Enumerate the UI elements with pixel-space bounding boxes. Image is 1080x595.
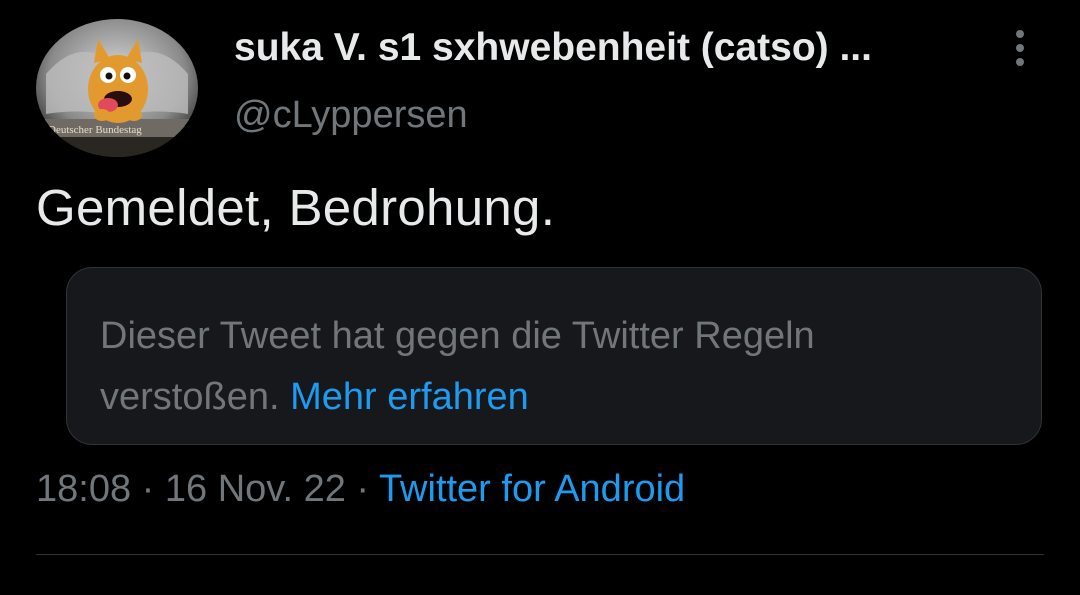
author-handle[interactable]: @cLyppersen [234,94,468,137]
author-display-name[interactable]: suka V. s1 sxhwebenheit (catso) ... [234,26,872,70]
tweet-source-link[interactable]: Twitter for Android [379,468,685,510]
learn-more-link[interactable]: Mehr erfahren [290,376,529,418]
avatar-image: Deutscher Bundestag [36,19,198,157]
more-vertical-icon-dot [1016,58,1024,66]
avatar[interactable]: Deutscher Bundestag [36,19,198,157]
tweet-text: Gemeldet, Bedrohung. [36,179,556,236]
tweet-meta: 18:08 · 16 Nov. 22 · Twitter for Android [36,468,685,511]
notice-message: Dieser Tweet hat gegen die Twitter Regel… [100,306,1000,428]
tweet-date[interactable]: 16 Nov. 22 [165,468,346,510]
avatar-caption: Deutscher Bundestag [48,124,142,136]
divider [36,554,1044,555]
more-vertical-icon-dot [1016,44,1024,52]
tweet: Deutscher Bundestag suka V. s1 sxhwebenh… [0,0,1080,595]
more-vertical-icon [1016,30,1024,38]
meta-separator: · [141,468,155,510]
withheld-tweet-notice: Dieser Tweet hat gegen die Twitter Regel… [66,267,1042,445]
more-options-button[interactable] [1000,26,1040,70]
meta-separator: · [356,468,370,510]
tweet-time[interactable]: 18:08 [36,468,131,510]
